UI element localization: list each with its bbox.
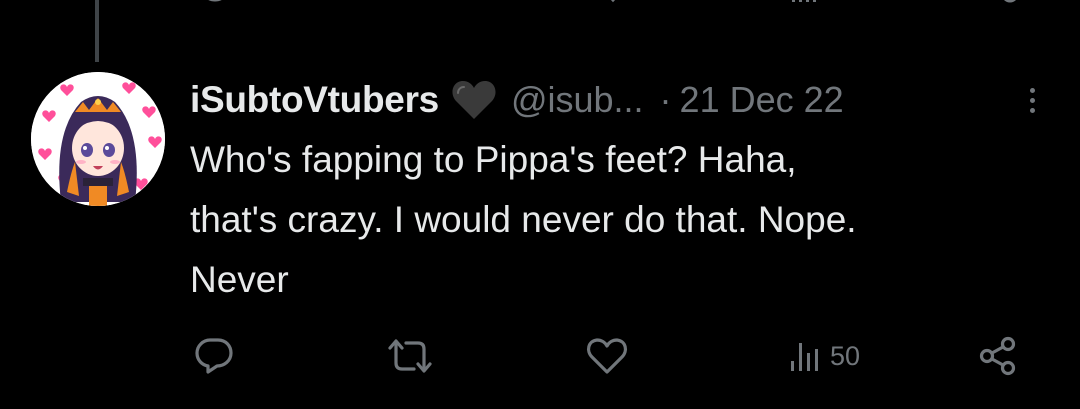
avatar-image [31, 72, 165, 206]
tweet-text-line: that's crazy. I would never do that. Nop… [190, 199, 857, 240]
previous-share-icon[interactable] [995, 0, 1025, 8]
like-button[interactable] [586, 336, 628, 376]
reply-icon [195, 338, 233, 374]
previous-reply-icon[interactable] [200, 0, 230, 8]
more-dot-icon [1029, 107, 1035, 113]
previous-tweet-actions [0, 0, 1080, 8]
share-icon [979, 336, 1016, 376]
avatar[interactable] [31, 72, 165, 206]
previous-views-icon[interactable] [790, 0, 820, 8]
views-button[interactable]: 50 [788, 336, 860, 376]
tweet-text: Who's fapping to Pippa's feet? Haha, tha… [190, 130, 1050, 310]
views-count: 50 [830, 340, 861, 371]
views-icon [791, 343, 818, 371]
previous-retweet-icon[interactable] [395, 0, 435, 8]
user-handle[interactable]: @isub... [511, 79, 644, 121]
thread-connector-line [95, 0, 99, 62]
tweet-text-line: Never [190, 259, 289, 300]
previous-like-icon[interactable] [595, 0, 631, 8]
display-name[interactable]: iSubtoVtubers [190, 79, 439, 121]
tweet-header: iSubtoVtubers @isub... · 21 Dec 22 [190, 74, 844, 126]
separator-dot: · [659, 79, 672, 120]
heart-icon [586, 338, 628, 374]
more-dot-icon [1029, 87, 1035, 93]
tweet-text-line: Who's fapping to Pippa's feet? Haha, [190, 139, 797, 180]
retweet-button[interactable] [386, 336, 434, 376]
more-dot-icon [1029, 97, 1035, 103]
share-button[interactable] [978, 336, 1018, 376]
tweet-date[interactable]: 21 Dec 22 [680, 79, 844, 121]
retweet-icon [388, 339, 432, 373]
more-options-button[interactable] [1016, 80, 1048, 120]
black-heart-emoji-icon [451, 77, 497, 123]
reply-button[interactable] [194, 336, 234, 376]
